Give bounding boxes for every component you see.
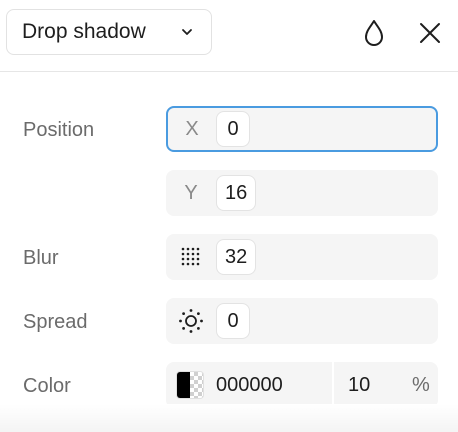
color-label: Color	[23, 375, 71, 397]
effect-type-select[interactable]: Drop shadow	[6, 9, 212, 55]
color-hex-input[interactable]: 000000	[216, 374, 332, 397]
color-field: 000000 10 %	[166, 362, 438, 408]
position-y-field[interactable]: Y 16	[166, 170, 438, 216]
chevron-down-icon	[182, 29, 192, 35]
blur-label: Blur	[23, 247, 59, 269]
panel-header: Drop shadow	[0, 0, 458, 72]
spread-label: Spread	[23, 311, 88, 333]
position-label: Position	[23, 119, 95, 141]
drop-icon[interactable]	[357, 16, 391, 50]
effect-type-label: Drop shadow	[22, 20, 146, 43]
panel-bottom-edge	[0, 404, 458, 432]
blur-field[interactable]: 32	[166, 234, 438, 280]
opacity-input[interactable]: 10	[348, 374, 398, 397]
position-x-input[interactable]: 0	[216, 111, 250, 147]
spread-sun-icon	[166, 308, 216, 334]
blur-input[interactable]: 32	[216, 239, 257, 275]
y-prefix: Y	[184, 181, 198, 204]
spread-input[interactable]: 0	[216, 303, 250, 339]
position-y-input[interactable]: 16	[216, 175, 257, 211]
color-swatch[interactable]	[176, 371, 204, 399]
position-x-field[interactable]: X 0	[166, 106, 438, 152]
close-icon[interactable]	[413, 16, 447, 50]
blur-grid-icon	[166, 246, 216, 268]
spread-field[interactable]: 0	[166, 298, 438, 344]
color-divider	[332, 362, 334, 408]
x-prefix: X	[185, 117, 199, 140]
opacity-unit: %	[412, 373, 430, 396]
